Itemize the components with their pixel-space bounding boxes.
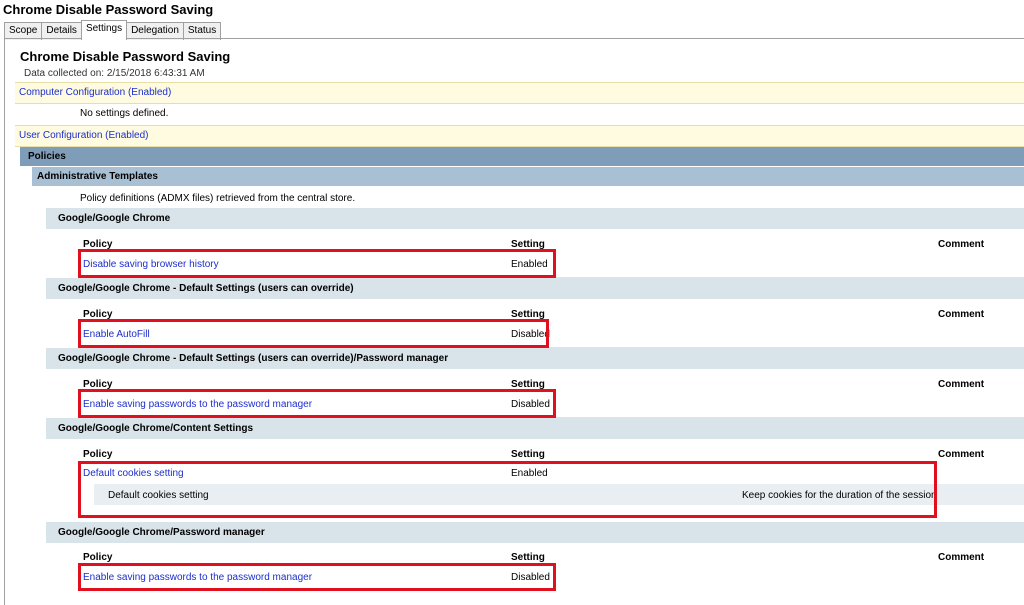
group-header[interactable]: Google/Google Chrome - Default Settings … [46, 278, 1024, 299]
column-setting: Setting [511, 552, 545, 563]
column-comment: Comment [938, 239, 985, 250]
group-name: Google/Google Chrome/Password manager [58, 527, 265, 538]
policies-label: Policies [28, 151, 66, 162]
group-header[interactable]: Google/Google Chrome/Password manager [46, 522, 1024, 543]
column-comment: Comment [938, 449, 985, 460]
highlight-box [78, 249, 556, 278]
admin-templates-header[interactable]: Administrative Templates [32, 167, 1024, 186]
column-comment: Comment [938, 552, 985, 563]
column-comment: Comment [938, 309, 985, 320]
highlight-box [78, 461, 937, 518]
report-title: Chrome Disable Password Saving [20, 49, 231, 64]
data-collected-text: Data collected on: 2/15/2018 6:43:31 AM [24, 68, 205, 79]
policies-header[interactable]: Policies [20, 147, 1024, 166]
column-comment: Comment [938, 379, 985, 390]
user-config-link[interactable]: User Configuration (Enabled) [19, 130, 149, 141]
highlight-box [78, 563, 556, 591]
highlight-box [78, 389, 556, 418]
column-policy: Policy [83, 552, 113, 563]
admin-templates-label: Administrative Templates [37, 171, 158, 182]
group-name: Google/Google Chrome - Default Settings … [58, 283, 354, 294]
group-header[interactable]: Google/Google Chrome - Default Settings … [46, 348, 1024, 369]
group-name: Google/Google Chrome - Default Settings … [58, 353, 449, 364]
user-config-header[interactable]: User Configuration (Enabled) [15, 125, 1024, 147]
group-name: Google/Google Chrome/Content Settings [58, 423, 253, 434]
group-header[interactable]: Google/Google Chrome [46, 208, 1024, 229]
highlight-box [78, 319, 549, 348]
computer-config-header[interactable]: Computer Configuration (Enabled) [15, 82, 1024, 104]
no-settings-text: No settings defined. [80, 108, 169, 119]
computer-config-link[interactable]: Computer Configuration (Enabled) [19, 87, 171, 98]
column-setting: Setting [511, 449, 545, 460]
column-policy: Policy [83, 449, 113, 460]
window-title: Chrome Disable Password Saving [3, 2, 214, 17]
admx-note: Policy definitions (ADMX files) retrieve… [80, 193, 356, 204]
group-name: Google/Google Chrome [58, 213, 171, 224]
tab-settings[interactable]: Settings [80, 20, 128, 40]
group-header[interactable]: Google/Google Chrome/Content Settings [46, 418, 1024, 439]
